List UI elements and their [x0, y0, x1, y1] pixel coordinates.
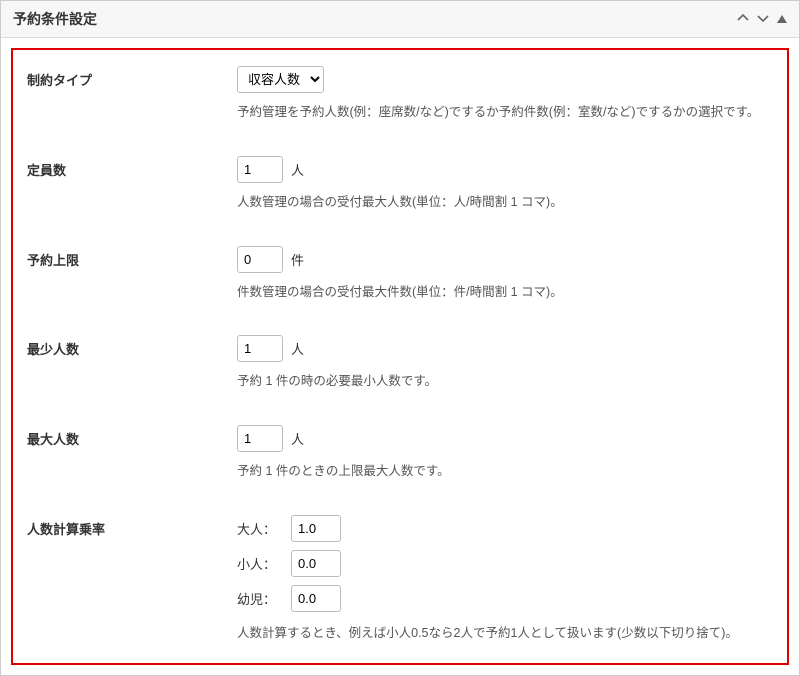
rate-adult-input[interactable] [291, 515, 341, 542]
constraint-type-select[interactable]: 収容人数 [237, 66, 324, 93]
panel-body: 制約タイプ 収容人数 予約管理を予約人数(例：座席数/など)でするか予約件数(例… [1, 38, 799, 675]
field-rates: 人数計算乗率 大人： 小人： 幼児： 人数計算するとき、例えば小人0.5なら2人 [27, 515, 773, 643]
max-people-unit: 人 [291, 429, 304, 448]
settings-panel: 予約条件設定 制約タイプ 収容人数 [0, 0, 800, 676]
panel-controls [737, 13, 787, 25]
min-people-label: 最少人数 [27, 335, 237, 358]
constraint-type-label: 制約タイプ [27, 66, 237, 89]
capacity-desc: 人数管理の場合の受付最大人数(単位：人/時間割 1 コマ)。 [237, 193, 773, 212]
min-people-desc: 予約 1 件の時の必要最小人数です。 [237, 372, 773, 391]
constraint-type-desc: 予約管理を予約人数(例：座席数/など)でするか予約件数(例：室数/など)でするか… [237, 103, 773, 122]
highlighted-form-area: 制約タイプ 収容人数 予約管理を予約人数(例：座席数/など)でするか予約件数(例… [11, 48, 789, 665]
max-bookings-label: 予約上限 [27, 246, 237, 269]
max-people-label: 最大人数 [27, 425, 237, 448]
min-people-input[interactable] [237, 335, 283, 362]
capacity-unit: 人 [291, 160, 304, 179]
rate-adult-label: 大人： [237, 519, 283, 538]
rates-label: 人数計算乗率 [27, 515, 237, 538]
rate-child-input[interactable] [291, 550, 341, 577]
panel-header: 予約条件設定 [1, 1, 799, 38]
triangle-up-icon[interactable] [777, 13, 787, 25]
field-max-people: 最大人数 人 予約 1 件のときの上限最大人数です。 [27, 425, 773, 481]
max-people-desc: 予約 1 件のときの上限最大人数です。 [237, 462, 773, 481]
rate-infant-input[interactable] [291, 585, 341, 612]
rate-child-label: 小人： [237, 554, 283, 573]
capacity-input[interactable] [237, 156, 283, 183]
field-capacity: 定員数 人 人数管理の場合の受付最大人数(単位：人/時間割 1 コマ)。 [27, 156, 773, 212]
max-bookings-desc: 件数管理の場合の受付最大件数(単位：件/時間割 1 コマ)。 [237, 283, 773, 302]
capacity-label: 定員数 [27, 156, 237, 179]
max-bookings-unit: 件 [291, 250, 304, 269]
collapse-down-icon[interactable] [757, 13, 769, 25]
rates-desc: 人数計算するとき、例えば小人0.5なら2人で予約1人として扱います(少数以下切り… [237, 624, 773, 643]
max-bookings-input[interactable] [237, 246, 283, 273]
field-constraint-type: 制約タイプ 収容人数 予約管理を予約人数(例：座席数/など)でするか予約件数(例… [27, 66, 773, 122]
min-people-unit: 人 [291, 339, 304, 358]
rate-infant-label: 幼児： [237, 589, 283, 608]
field-max-bookings: 予約上限 件 件数管理の場合の受付最大件数(単位：件/時間割 1 コマ)。 [27, 246, 773, 302]
panel-title: 予約条件設定 [13, 9, 97, 29]
collapse-up-icon[interactable] [737, 13, 749, 25]
max-people-input[interactable] [237, 425, 283, 452]
field-min-people: 最少人数 人 予約 1 件の時の必要最小人数です。 [27, 335, 773, 391]
